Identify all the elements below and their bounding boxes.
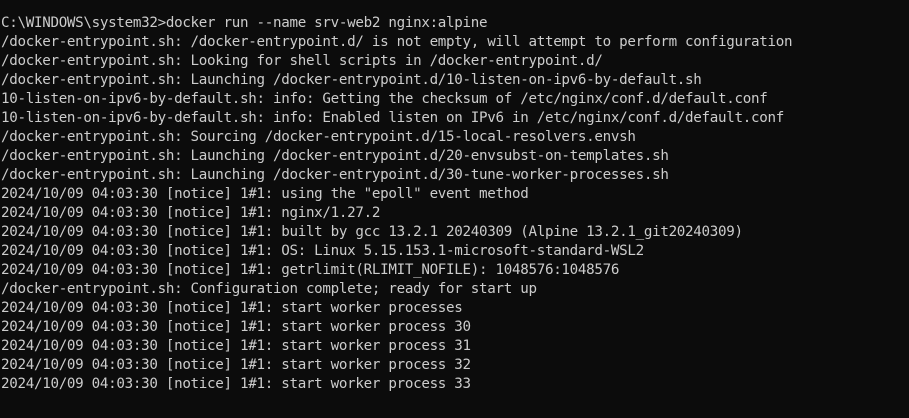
console-output[interactable]: C:\WINDOWS\system32>docker run --name sr…	[1, 14, 793, 394]
console-line: 10-listen-on-ipv6-by-default.sh: info: G…	[1, 91, 768, 107]
console-line: /docker-entrypoint.sh: Sourcing /docker-…	[1, 129, 636, 145]
console-line: 2024/10/09 04:03:30 [notice] 1#1: OS: Li…	[1, 243, 644, 259]
terminal-window[interactable]: C:\WINDOWS\system32>docker run --name sr…	[0, 0, 909, 418]
console-line: 10-listen-on-ipv6-by-default.sh: info: E…	[1, 110, 784, 126]
console-line: 2024/10/09 04:03:30 [notice] 1#1: start …	[1, 300, 463, 316]
console-line: 2024/10/09 04:03:30 [notice] 1#1: built …	[1, 224, 743, 240]
console-line: /docker-entrypoint.sh: Launching /docker…	[1, 167, 669, 183]
console-line: 2024/10/09 04:03:30 [notice] 1#1: start …	[1, 376, 471, 392]
console-line: /docker-entrypoint.sh: Looking for shell…	[1, 53, 603, 69]
console-line: /docker-entrypoint.sh: Configuration com…	[1, 281, 537, 297]
console-line: 2024/10/09 04:03:30 [notice] 1#1: start …	[1, 338, 471, 354]
command-prompt-line: C:\WINDOWS\system32>docker run --name sr…	[1, 15, 488, 31]
console-line: /docker-entrypoint.sh: Launching /docker…	[1, 72, 702, 88]
console-line: 2024/10/09 04:03:30 [notice] 1#1: nginx/…	[1, 205, 381, 221]
console-line: 2024/10/09 04:03:30 [notice] 1#1: using …	[1, 186, 529, 202]
console-line: /docker-entrypoint.sh: Launching /docker…	[1, 148, 669, 164]
console-line: 2024/10/09 04:03:30 [notice] 1#1: start …	[1, 357, 471, 373]
console-line: 2024/10/09 04:03:30 [notice] 1#1: getrli…	[1, 262, 620, 278]
console-line: /docker-entrypoint.sh: /docker-entrypoin…	[1, 34, 793, 50]
console-line: 2024/10/09 04:03:30 [notice] 1#1: start …	[1, 319, 471, 335]
